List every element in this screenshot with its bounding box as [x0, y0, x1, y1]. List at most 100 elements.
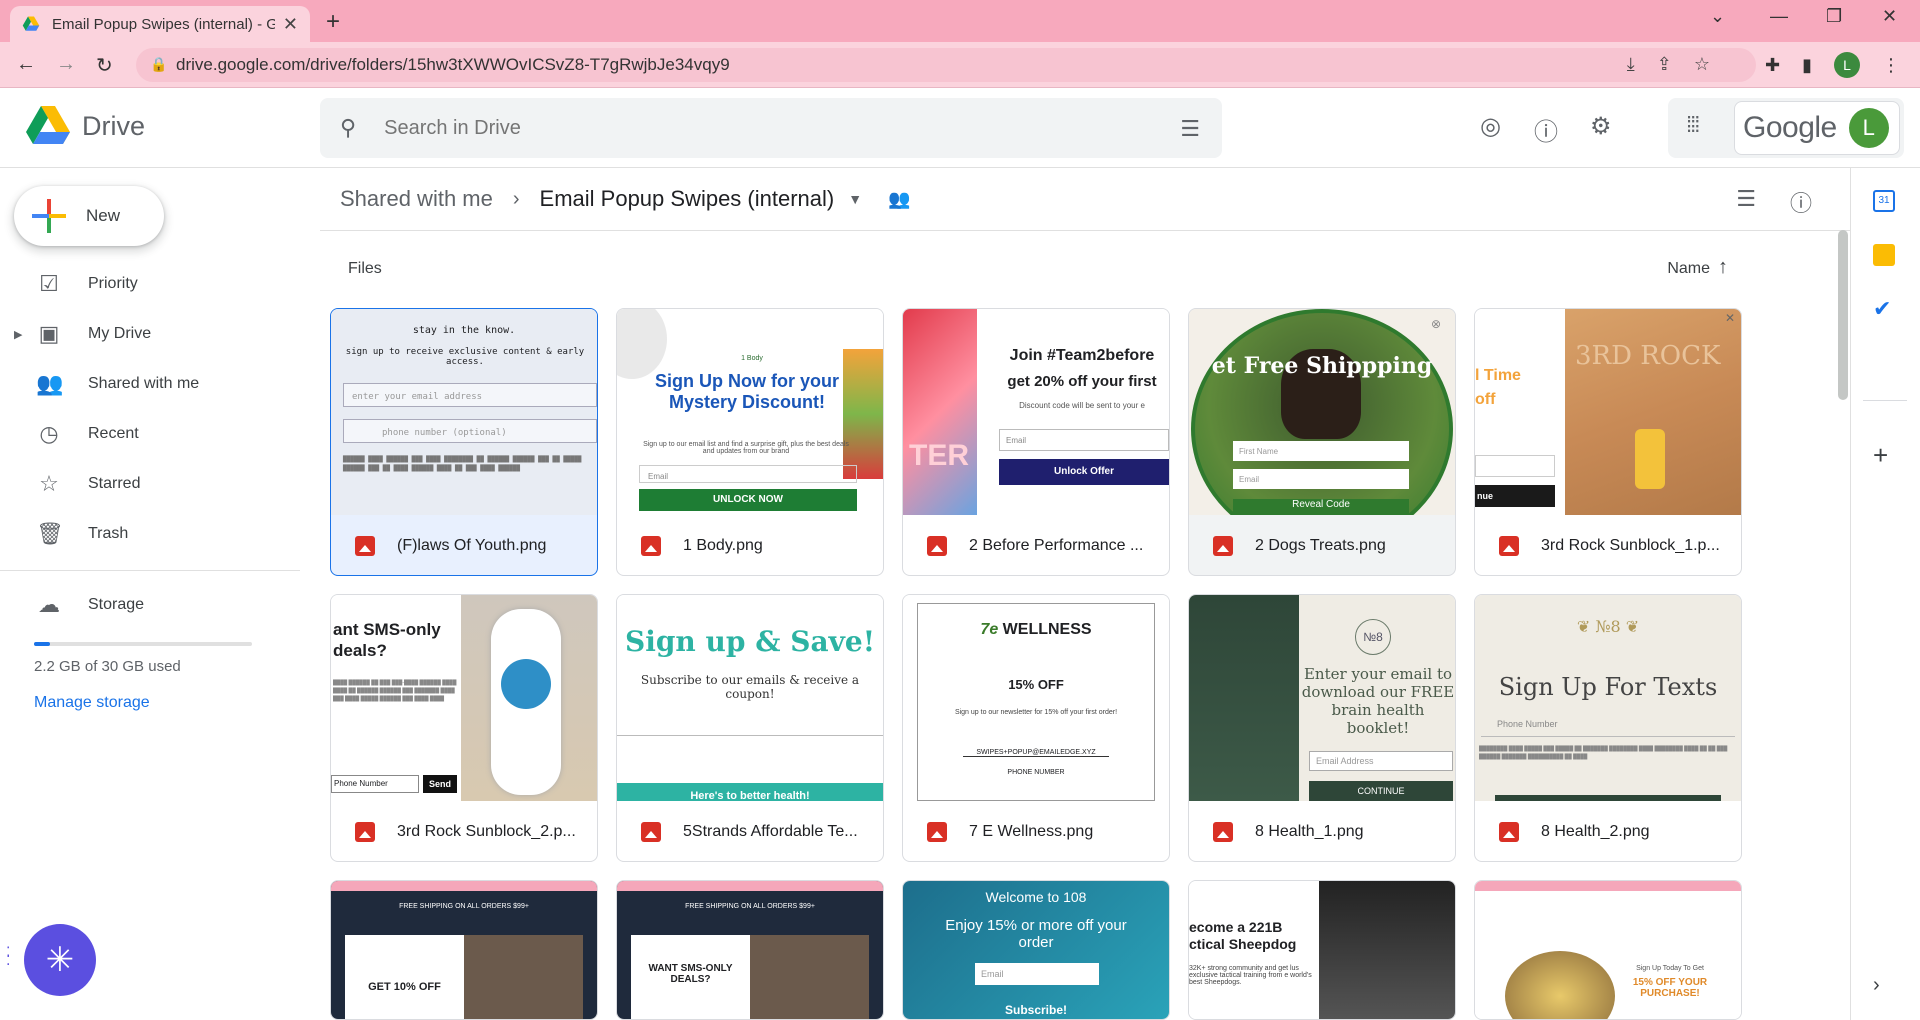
sort-name-button[interactable]: Name [1667, 260, 1710, 278]
apps-grid-icon[interactable]: ⁞⁞⁞ [1686, 112, 1700, 138]
bookmark-star-icon[interactable]: ☆ [1694, 54, 1710, 75]
browser-tab[interactable]: Email Popup Swipes (internal) - G ✕ [10, 6, 310, 42]
help-icon[interactable]: ⓘ [1534, 112, 1558, 147]
lock-icon: 🔒 [150, 56, 168, 72]
manage-storage-link[interactable]: Manage storage [34, 694, 150, 712]
search-input[interactable] [384, 116, 1125, 140]
file-card[interactable]: 7e WELLNESS 15% OFF Sign up to our newsl… [902, 594, 1170, 862]
rail-divider [1863, 400, 1907, 401]
forward-icon[interactable]: → [56, 53, 76, 76]
profile-avatar[interactable]: L [1834, 52, 1860, 78]
file-card[interactable]: FREE SHIPPING ON ALL ORDERS $99+ GET 10%… [330, 880, 598, 1020]
browser-menu-icon[interactable]: ⋮ [1882, 55, 1900, 76]
thumb-deco [1505, 951, 1615, 1019]
tab-search-icon[interactable]: ⌄ [1710, 6, 1725, 27]
breadcrumb: Shared with me › Email Popup Swipes (int… [340, 186, 911, 212]
file-card[interactable]: ❦ №8 ❦ Sign Up For Texts Phone Number ██… [1474, 594, 1742, 862]
sidebar-item-trash[interactable]: 🗑 Trash [0, 514, 300, 554]
sidebar-item-priority[interactable]: ☑ Priority [0, 264, 300, 304]
sidebar-item-my-drive[interactable]: ▶ ▣ My Drive [0, 314, 300, 354]
file-card[interactable]: ecome a 221B ctical Sheepdog 32K+ strong… [1188, 880, 1456, 1020]
people-icon[interactable]: 👥 [888, 189, 910, 210]
sort-arrow-up-icon[interactable]: ↑ [1718, 256, 1728, 279]
thumb-deco [1189, 595, 1299, 801]
offline-ready-icon[interactable]: ◎ [1480, 112, 1501, 141]
drive-logo[interactable]: Drive [26, 106, 145, 146]
search-bar[interactable]: ⚲ ☰ [320, 98, 1222, 158]
calendar-icon[interactable]: 31 [1873, 190, 1895, 212]
breadcrumb-parent[interactable]: Shared with me [340, 186, 493, 212]
clock-icon: ◷ [39, 421, 59, 446]
file-card[interactable]: et Free Shippping First Name Email Revea… [1188, 308, 1456, 576]
file-thumbnail: 7e WELLNESS 15% OFF Sign up to our newsl… [903, 595, 1169, 801]
side-panel-icon[interactable]: ▮ [1802, 55, 1812, 76]
assistant-fab-button[interactable]: ✳ [24, 924, 96, 996]
address-bar: ← → ↻ 🔒 drive.google.com/drive/folders/1… [0, 42, 1920, 88]
file-card-footer: 7 E Wellness.png [903, 801, 1169, 861]
browser-tabbar: Email Popup Swipes (internal) - G ✕ + ⌄ … [0, 0, 1920, 42]
storage-used-text: 2.2 GB of 30 GB used [34, 658, 181, 675]
new-tab-icon[interactable]: + [326, 8, 340, 36]
sidebar-item-starred[interactable]: ☆ Starred [0, 464, 300, 504]
image-file-icon [927, 822, 947, 842]
sidebar-item-storage[interactable]: ☁ Storage [0, 585, 300, 625]
drag-handle-icon[interactable]: ⁚ ⁚ [6, 945, 10, 967]
keep-icon[interactable] [1873, 244, 1895, 266]
tab-close-icon[interactable]: ✕ [283, 14, 298, 35]
sidebar-item-recent[interactable]: ◷ Recent [0, 414, 300, 454]
back-icon[interactable]: ← [16, 53, 36, 76]
file-card[interactable]: Welcome to 108 Enjoy 15% or more off you… [902, 880, 1170, 1020]
expand-arrow-icon[interactable]: ▶ [14, 328, 22, 341]
file-name: 3rd Rock Sunblock_2.p... [397, 823, 576, 840]
install-icon[interactable]: ⤓ [1627, 54, 1635, 75]
breadcrumb-current[interactable]: Email Popup Swipes (internal) [540, 186, 835, 212]
thumb-text: ant SMS-only deals? [333, 620, 441, 660]
file-thumbnail: stay in the know. sign up to receive exc… [331, 309, 597, 515]
settings-gear-icon[interactable]: ⚙ [1590, 112, 1612, 141]
add-addon-icon[interactable]: + [1873, 440, 1888, 471]
expand-panel-icon[interactable]: › [1873, 974, 1880, 997]
file-card[interactable]: 1 Body Sign Up Now for your Mystery Disc… [616, 308, 884, 576]
file-card[interactable]: FREE SHIPPING ON ALL ORDERS $99+ WANT SM… [616, 880, 884, 1020]
account-avatar[interactable]: L [1848, 108, 1889, 148]
file-card[interactable]: 3RD ROCK l Time off nue ✕ 3rd Rock Sunbl… [1474, 308, 1742, 576]
maximize-icon[interactable]: ❐ [1826, 6, 1842, 27]
google-account-box[interactable]: Google L [1734, 101, 1900, 155]
tasks-icon[interactable]: ✔ [1873, 296, 1891, 322]
url-field[interactable]: 🔒 drive.google.com/drive/folders/15hw3tX… [136, 48, 1756, 82]
thumb-text: sign up to receive exclusive content & e… [345, 347, 585, 367]
file-name: 7 E Wellness.png [969, 823, 1094, 840]
thumb-text: get 20% off your first [1007, 373, 1157, 390]
window-close-icon[interactable]: ✕ [1882, 6, 1897, 27]
caret-down-icon[interactable]: ▼ [848, 191, 862, 207]
extensions-icon[interactable]: ✚ [1765, 55, 1780, 76]
thumb-text: enter your email address [352, 392, 483, 402]
file-card[interactable]: Sign Up Today To Get 15% OFF YOUR PURCHA… [1474, 880, 1742, 1020]
file-card[interactable]: Sign up & Save! Subscribe to our emails … [616, 594, 884, 862]
thumb-text: 1 Body [741, 355, 763, 362]
share-icon[interactable]: ⇪ [1657, 54, 1672, 75]
file-card-footer: 5Strands Affordable Te... [617, 801, 883, 861]
thumb-text: Phone Number [331, 775, 419, 793]
reload-icon[interactable]: ↻ [96, 53, 113, 78]
image-file-icon [1499, 536, 1519, 556]
sidebar-item-shared[interactable]: 👥 Shared with me [0, 364, 300, 404]
thumb-text: FREE SHIPPING ON ALL ORDERS $99+ [399, 903, 529, 910]
details-info-icon[interactable]: ⓘ [1790, 186, 1812, 218]
minimize-icon[interactable]: — [1770, 6, 1788, 27]
main-scrollbar[interactable] [1838, 230, 1848, 400]
list-view-icon[interactable]: ☰ [1736, 186, 1756, 218]
laurel-right-icon: ❦ [1625, 617, 1640, 636]
search-options-icon[interactable]: ☰ [1180, 116, 1200, 142]
new-button-label: New [86, 206, 121, 225]
thumb-text: Sign up to our newsletter for 15% off yo… [954, 709, 1118, 716]
file-card[interactable]: ant SMS-only deals? ████ ██████ ██ ███ █… [330, 594, 598, 862]
file-card[interactable]: TER Join #Team2before get 20% off your f… [902, 308, 1170, 576]
file-thumbnail: TER Join #Team2before get 20% off your f… [903, 309, 1169, 515]
thumb-text: FREE SHIPPING ON ALL ORDERS $99+ [685, 903, 815, 910]
search-icon[interactable]: ⚲ [340, 115, 356, 141]
file-card[interactable]: stay in the know. sign up to receive exc… [330, 308, 598, 576]
new-button[interactable]: New [14, 186, 164, 246]
file-card[interactable]: №8 Enter your email to download our FREE… [1188, 594, 1456, 862]
thumb-deco [501, 659, 551, 709]
